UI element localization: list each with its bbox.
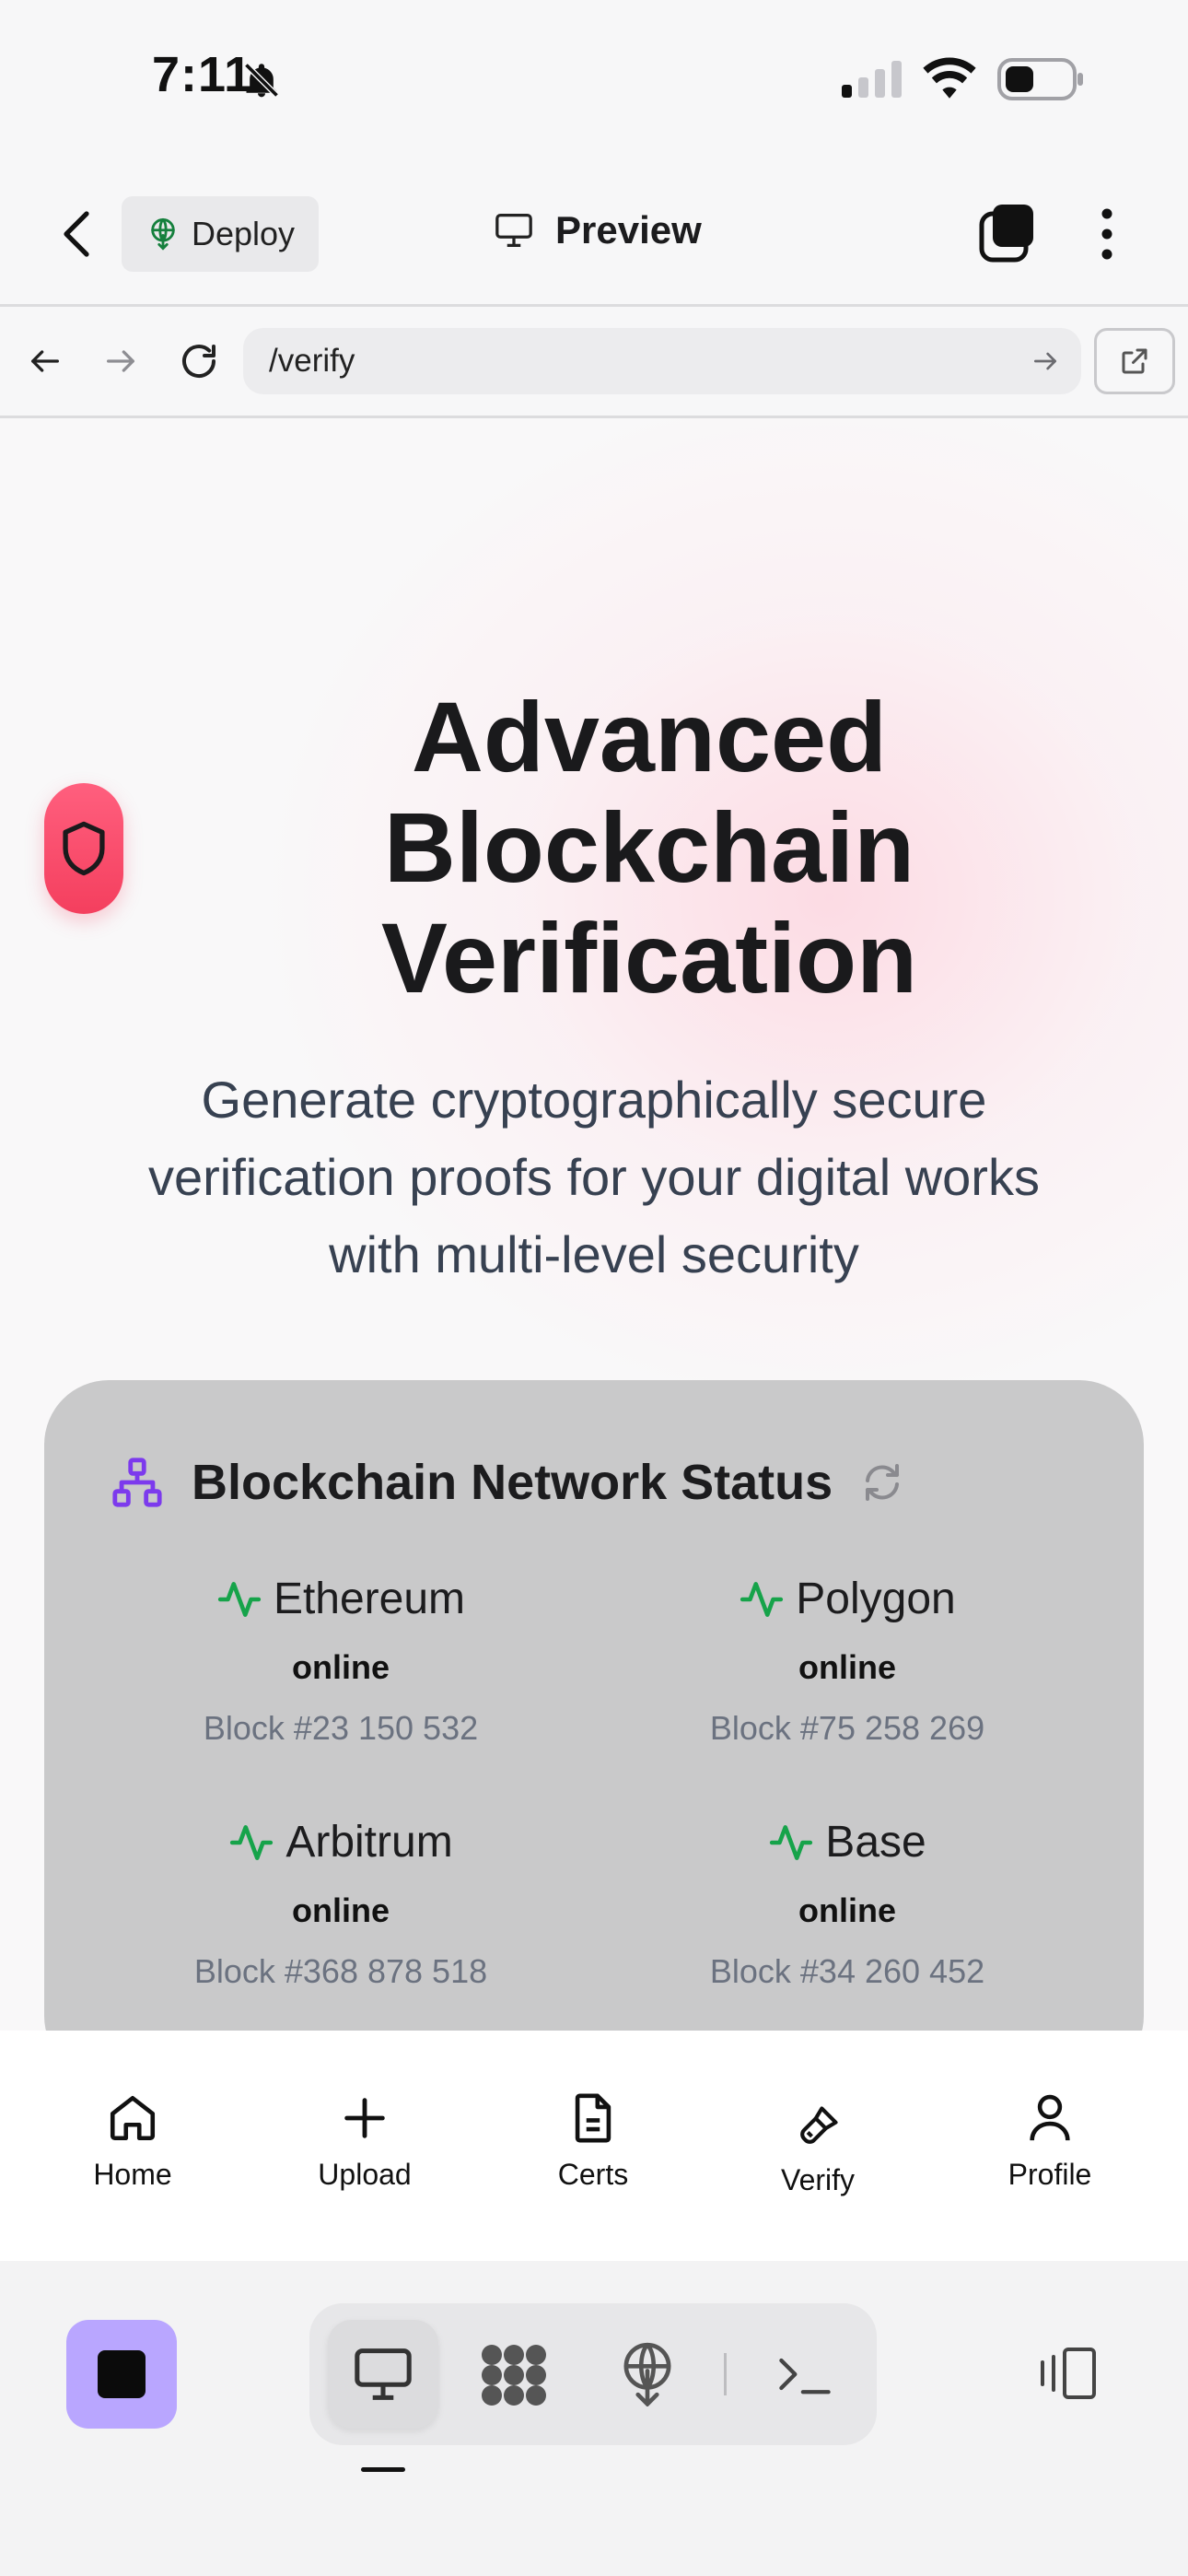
network-name: Polygon — [796, 1575, 956, 1623]
network-block: Block #23 150 532 — [203, 1709, 479, 1747]
active-tab-indicator — [361, 2467, 405, 2472]
network-status: online — [798, 1648, 896, 1686]
network-status: online — [292, 1648, 390, 1686]
tab-profile[interactable]: Profile — [967, 2091, 1133, 2192]
tab-verify[interactable]: Verify — [735, 2102, 901, 2197]
stop-button[interactable] — [66, 2320, 177, 2429]
user-icon — [967, 2091, 1133, 2145]
network-name: Base — [825, 1818, 926, 1867]
brush-icon — [735, 2102, 901, 2150]
network-item-base: Base online Block #34 260 452 — [589, 1817, 1105, 1991]
wifi-icon — [921, 57, 978, 100]
deploy-button[interactable]: Deploy — [122, 196, 319, 272]
tool-divider — [724, 2353, 727, 2395]
monitor-icon — [493, 212, 535, 249]
network-status-title: Blockchain Network Status — [192, 1455, 833, 1510]
tab-label: Profile — [1007, 2158, 1092, 2191]
device-layout-icon[interactable] — [1031, 2344, 1101, 2403]
back-icon[interactable] — [59, 208, 96, 260]
network-name: Arbitrum — [285, 1818, 453, 1867]
external-link-icon — [1118, 345, 1151, 378]
hero-subtitle: Generate cryptographically secure verifi… — [148, 1071, 1040, 1283]
shield-icon — [59, 820, 109, 877]
network-status-header: Blockchain Network Status — [111, 1454, 904, 1511]
tab-label: Upload — [318, 2158, 412, 2191]
tabs-switcher-icon[interactable] — [978, 203, 1037, 263]
browser-back-icon[interactable] — [26, 343, 64, 380]
open-external-button[interactable] — [1094, 328, 1175, 394]
network-item-arbitrum: Arbitrum online Block #368 878 518 — [83, 1817, 599, 1991]
status-time: 7:11 — [152, 47, 253, 102]
network-status: online — [292, 1891, 390, 1929]
network-item-ethereum: Ethereum online Block #23 150 532 — [83, 1574, 599, 1748]
network-item-polygon: Polygon online Block #75 258 269 — [589, 1574, 1105, 1748]
reload-icon[interactable] — [177, 339, 221, 383]
signal-icon — [840, 61, 904, 98]
preview-title[interactable]: Preview — [493, 208, 702, 252]
preview-label: Preview — [555, 208, 702, 252]
url-input[interactable]: /verify — [243, 328, 1081, 394]
bell-muted-icon — [241, 59, 282, 101]
tab-upload[interactable]: Upload — [282, 2091, 448, 2192]
stop-icon — [98, 2350, 146, 2398]
desktop-preview-icon — [352, 2346, 414, 2403]
refresh-icon[interactable] — [860, 1460, 904, 1505]
tab-certs[interactable]: Certs — [510, 2091, 676, 2192]
battery-icon — [996, 57, 1085, 101]
home-icon — [50, 2091, 215, 2145]
activity-icon — [228, 1820, 274, 1866]
plus-icon — [282, 2091, 448, 2145]
deploy-globe-tool-icon[interactable] — [619, 2340, 676, 2406]
hero-title: Advanced Blockchain Verification — [380, 681, 918, 1013]
activity-icon — [216, 1576, 262, 1622]
activity-icon — [768, 1820, 814, 1866]
security-floating-button[interactable] — [44, 783, 123, 914]
network-block: Block #34 260 452 — [709, 1952, 985, 1990]
url-go-icon[interactable] — [1030, 346, 1061, 376]
activity-icon — [739, 1576, 785, 1622]
tab-label: Certs — [557, 2158, 629, 2191]
deploy-label: Deploy — [192, 215, 296, 252]
tab-home[interactable]: Home — [50, 2091, 215, 2192]
network-block: Block #368 878 518 — [193, 1952, 488, 1990]
tab-label: Verify — [780, 2163, 856, 2196]
network-icon — [111, 1456, 164, 1509]
apps-grid-icon[interactable] — [479, 2342, 549, 2408]
network-name: Ethereum — [273, 1575, 466, 1623]
deploy-globe-icon — [147, 217, 179, 252]
network-status: online — [798, 1891, 896, 1929]
browser-forward-icon[interactable] — [101, 343, 140, 380]
more-menu-icon[interactable] — [1096, 206, 1118, 262]
document-icon — [510, 2091, 676, 2145]
tab-label: Home — [93, 2158, 172, 2191]
network-block: Block #75 258 269 — [709, 1709, 985, 1747]
terminal-icon[interactable] — [775, 2349, 834, 2399]
